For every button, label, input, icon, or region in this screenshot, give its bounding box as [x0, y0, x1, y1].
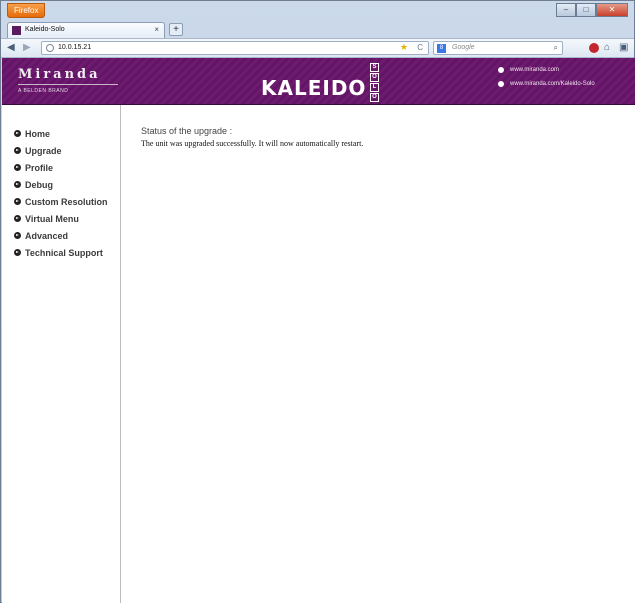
window-controls: – □ ✕ — [556, 3, 628, 17]
title-bar: Firefox – □ ✕ — [1, 1, 634, 21]
sidebar-item-label[interactable]: Virtual Menu — [25, 214, 79, 224]
tab-strip: Kaleido-Solo × + — [1, 20, 634, 38]
main-content: Status of the upgrade : The unit was upg… — [141, 126, 363, 148]
sidebar-menu: Home Upgrade Profile Debug Custom Resolu… — [14, 125, 108, 261]
reload-icon[interactable]: C — [417, 43, 423, 52]
arrow-bullet-icon — [14, 147, 21, 154]
sidebar-item-upgrade[interactable]: Upgrade — [14, 142, 108, 159]
header-links: www.miranda.com www.miranda.com/Kaleido-… — [498, 67, 595, 95]
sidebar-item-label[interactable]: Custom Resolution — [25, 197, 108, 207]
back-arrow-icon[interactable]: ◀ — [7, 42, 15, 53]
link-miranda[interactable]: www.miranda.com — [498, 67, 595, 73]
logo-underline — [18, 84, 118, 85]
bookmark-star-icon[interactable]: ★ — [400, 42, 408, 53]
sidebar-item-label[interactable]: Technical Support — [25, 248, 103, 258]
sidebar-item-label[interactable]: Upgrade — [25, 146, 62, 156]
url-text[interactable]: 10.0.15.21 — [58, 44, 91, 51]
arrow-bullet-icon — [14, 215, 21, 222]
arrow-bullet-icon — [14, 198, 21, 205]
close-window-icon[interactable]: ✕ — [596, 3, 628, 17]
miranda-logo[interactable]: Miranda — [18, 67, 101, 82]
sidebar-item-label[interactable]: Home — [25, 129, 50, 139]
product-logo: KALEIDO — [261, 76, 367, 100]
site-identity-icon[interactable] — [46, 44, 54, 52]
minimize-icon[interactable]: – — [556, 3, 576, 17]
maximize-icon[interactable]: □ — [576, 3, 596, 17]
sidebar-item-label[interactable]: Profile — [25, 163, 53, 173]
search-engine-icon[interactable]: 8 — [437, 44, 446, 53]
sidebar-item-home[interactable]: Home — [14, 125, 108, 142]
product-suffix: S O L O — [370, 63, 379, 103]
sidebar: Home Upgrade Profile Debug Custom Resolu… — [2, 105, 121, 603]
status-message: The unit was upgraded successfully. It w… — [141, 139, 364, 148]
link-text[interactable]: www.miranda.com — [510, 67, 559, 73]
bullet-icon — [498, 67, 504, 73]
new-tab-button[interactable]: + — [169, 23, 183, 36]
suffix-letter: O — [370, 73, 379, 82]
sidebar-item-custom-resolution[interactable]: Custom Resolution — [14, 193, 108, 210]
forward-arrow-icon[interactable]: ▶ — [23, 42, 31, 53]
arrow-bullet-icon — [14, 249, 21, 256]
bullet-icon — [498, 81, 504, 87]
brand-subtitle: A BELDEN BRAND — [18, 88, 69, 94]
sidebar-item-label[interactable]: Debug — [25, 180, 53, 190]
sidebar-item-label[interactable]: Advanced — [25, 231, 68, 241]
tab-close-icon[interactable]: × — [154, 25, 159, 34]
page-viewport: Miranda A BELDEN BRAND KALEIDO S O L O w… — [2, 58, 635, 603]
link-kaleido-solo[interactable]: www.miranda.com/Kaleido-Solo — [498, 81, 595, 87]
suffix-letter: O — [370, 93, 379, 102]
status-heading: Status of the upgrade : — [141, 126, 233, 136]
sidebar-item-advanced[interactable]: Advanced — [14, 227, 108, 244]
navigation-bar: ◀ ▶ 10.0.15.21 ★ C 8 Google ⌕ ⌂ ▣ — [1, 38, 634, 58]
browser-window: Firefox – □ ✕ Kaleido-Solo × + ◀ ▶ 10.0.… — [0, 0, 635, 603]
suffix-letter: L — [370, 83, 379, 92]
sidebar-item-virtual-menu[interactable]: Virtual Menu — [14, 210, 108, 227]
toolbar-menu-icon[interactable]: ▣ — [619, 42, 628, 53]
sidebar-item-profile[interactable]: Profile — [14, 159, 108, 176]
adblock-icon[interactable] — [589, 43, 599, 53]
search-placeholder[interactable]: Google — [452, 44, 475, 51]
favicon-icon — [12, 26, 21, 35]
arrow-bullet-icon — [14, 130, 21, 137]
arrow-bullet-icon — [14, 164, 21, 171]
suffix-letter: S — [370, 63, 379, 72]
link-text[interactable]: www.miranda.com/Kaleido-Solo — [510, 81, 595, 87]
header-banner: Miranda A BELDEN BRAND KALEIDO S O L O w… — [2, 58, 635, 105]
home-icon[interactable]: ⌂ — [604, 42, 610, 53]
sidebar-item-debug[interactable]: Debug — [14, 176, 108, 193]
sidebar-item-technical-support[interactable]: Technical Support — [14, 244, 108, 261]
firefox-menu-button[interactable]: Firefox — [7, 3, 46, 18]
arrow-bullet-icon — [14, 232, 21, 239]
arrow-bullet-icon — [14, 181, 21, 188]
tab-title: Kaleido-Solo — [25, 26, 65, 33]
magnifier-icon[interactable]: ⌕ — [554, 43, 558, 53]
address-bar[interactable]: 10.0.15.21 ★ C — [41, 41, 429, 55]
tab-kaleido-solo[interactable]: Kaleido-Solo × — [7, 22, 165, 38]
search-box[interactable]: 8 Google ⌕ — [433, 41, 563, 55]
